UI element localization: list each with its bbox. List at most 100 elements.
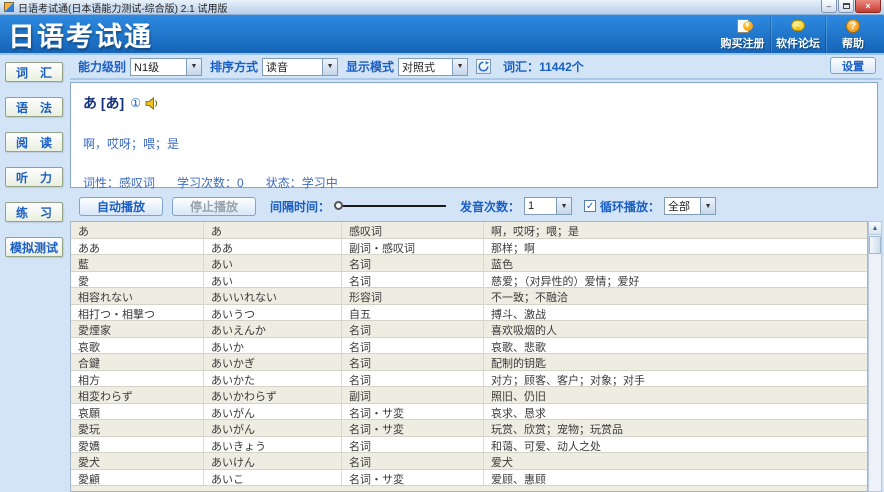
register-button[interactable]: 购买注册	[715, 17, 770, 53]
table-row[interactable]: 愛顧 あいこ 名词・サ変 爱顾、惠顾	[71, 469, 867, 486]
slider-thumb[interactable]	[334, 201, 344, 210]
app-icon	[4, 2, 14, 12]
sidebar: 词 汇 语 法 阅 读 听 力 练 习 模拟测试	[0, 55, 68, 492]
table-cell: 名词・サ変	[342, 403, 484, 419]
table-cell: 慈爱；（对异性的）爱情；爱好	[491, 275, 640, 288]
table-cell: ああ	[71, 238, 204, 254]
current-word: あ [あ]	[83, 95, 125, 111]
pos-value: 感叹词	[119, 176, 156, 190]
study-count-label: 学习次数：	[177, 176, 238, 190]
table-row[interactable]: ああ感叹词 啊，哎呀；喂；是	[71, 222, 867, 239]
status-value: 学习中	[301, 176, 338, 190]
table-cell: 蓝色	[491, 259, 513, 271]
maximize-button[interactable]	[838, 0, 854, 13]
table-cell: 相容れない	[71, 288, 204, 304]
table-cell: 合鍵	[71, 354, 204, 370]
table-cell: あいこ	[204, 469, 342, 485]
refresh-icon	[478, 61, 490, 72]
table-cell: 对方；顾客、客户；对象；对手	[491, 374, 645, 387]
table-cell: あいかぎ	[204, 354, 342, 370]
table-row[interactable]: 相変わらず あいかわらず 副词 照旧、仍旧	[71, 387, 867, 404]
table-cell: 那样；啊	[491, 242, 535, 255]
table-cell: 哀歌	[71, 337, 204, 353]
loop-select[interactable]: 全部 ▼	[664, 197, 717, 215]
pitch-accent: ①	[130, 96, 141, 110]
app-window: 日语考试通(日本语能力测试-综合版) 2.1 试用版 – × 日语考试通 购买注…	[0, 0, 884, 492]
help-icon: ?	[846, 18, 860, 33]
word-meta: 词性：感叹词 学习次数：0 状态：学习中	[83, 174, 865, 191]
vocab-count: 词汇：11442个	[503, 60, 584, 74]
vertical-scrollbar[interactable]: ▲	[868, 221, 882, 492]
times-select[interactable]: 1 ▼	[524, 197, 573, 215]
interval-slider[interactable]	[334, 200, 447, 212]
table-cell: 哀求、恳求	[491, 407, 546, 420]
table-row[interactable]: 愛犬 あいけん 名词 爱犬	[71, 453, 867, 470]
auto-play-button[interactable]: 自动播放	[79, 196, 163, 216]
table-cell: 名词・サ変	[342, 469, 484, 485]
sidebar-item-reading[interactable]: 阅 读	[5, 132, 63, 152]
sort-select[interactable]: 读音 ▼	[262, 57, 339, 76]
refresh-button[interactable]	[476, 59, 492, 74]
sidebar-item-practice[interactable]: 练 习	[5, 202, 63, 222]
speaker-icon[interactable]	[145, 96, 160, 110]
sidebar-item-mock-test[interactable]: 模拟测试	[5, 237, 63, 257]
table-cell: 感叹词	[342, 222, 484, 238]
sidebar-item-grammar[interactable]: 语 法	[5, 97, 63, 117]
table-row[interactable]: 相方 あいかた 名词 对方；顾客、客户；对象；对手	[71, 370, 867, 387]
chevron-down-icon: ▼	[452, 58, 468, 75]
table-row[interactable]: 合鍵 あいかぎ 名词 配制的钥匙	[71, 354, 867, 371]
slider-track	[342, 205, 447, 207]
table-row[interactable]: 愛煙家 あいえんか 名词 喜欢吸烟的人	[71, 321, 867, 338]
table-cell: 愛犬	[71, 453, 204, 469]
table-row[interactable]: 愛あい 名词 慈爱；（对异性的）爱情；爱好	[71, 271, 867, 288]
table-cell: 名词	[342, 321, 484, 337]
arrow-up-icon: ▲	[871, 225, 879, 232]
table-row[interactable]: 相打つ・相撃つ あいうつ 自五 搏斗、激战	[71, 304, 867, 321]
maximize-icon	[842, 3, 850, 9]
display-mode-select[interactable]: 对照式 ▼	[398, 57, 469, 76]
main-panel: 能力级别 N1级 ▼ 排序方式 读音 ▼ 显示模式 对照式 ▼ 词汇：11442…	[68, 55, 884, 492]
settings-button[interactable]: 设置	[830, 57, 876, 74]
table-cell: 不一致；不融洽	[491, 292, 568, 304]
minimize-button[interactable]: –	[821, 0, 837, 13]
table-cell: あいかわらず	[204, 387, 342, 403]
toolbar: 能力级别 N1级 ▼ 排序方式 读音 ▼ 显示模式 对照式 ▼ 词汇：11442…	[70, 55, 882, 80]
playback-bar: 自动播放 停止播放 间隔时间： 发音次数： 1 ▼ ✓ 循环播放： 全部 ▼	[70, 193, 882, 219]
table-row[interactable]: 愛玩 あいがん 名词・サ変 玩赏、欣赏；宠物；玩赏品	[71, 420, 867, 437]
table-row[interactable]: 愛嬌 あいきょう 名词 和蔼、可爱、动人之处	[71, 436, 867, 453]
window-title: 日语考试通(日本语能力测试-综合版) 2.1 试用版	[18, 3, 228, 15]
table-cell: 愛顧	[71, 469, 204, 485]
vocab-table-body: ああ感叹词 啊，哎呀；喂；是 ああ ああ 副词・感叹词 那样；啊藍あい 名词 蓝色愛あい 名词慈…	[71, 222, 867, 491]
table-row[interactable]: 哀願 あいがん 名词・サ変 哀求、恳求	[71, 403, 867, 420]
sidebar-item-listening[interactable]: 听 力	[5, 167, 63, 187]
sort-label: 排序方式	[210, 60, 259, 74]
chevron-down-icon: ▼	[556, 198, 572, 214]
table-cell: ああ	[204, 238, 342, 254]
table-cell: 喜欢吸烟的人	[491, 325, 557, 337]
table-row[interactable]: ああ ああ 副词・感叹词 那样；啊	[71, 238, 867, 255]
help-button[interactable]: ? 帮助	[825, 17, 880, 53]
table-cell: 自五	[342, 304, 484, 320]
table-cell: 爱顾、惠顾	[491, 473, 546, 486]
table-cell: 哀歌、悲歌	[491, 341, 546, 354]
table-cell: あいいれない	[204, 288, 342, 304]
table-cell: 名词・サ変	[342, 420, 484, 436]
loop-checkbox[interactable]: ✓	[584, 200, 597, 212]
table-row[interactable]: 相容れない あいいれない 形容词 不一致；不融洽	[71, 288, 867, 305]
table-row[interactable]: 藍あい 名词 蓝色	[71, 255, 867, 272]
table-row[interactable]: 哀歌 あいか 名词 哀歌、悲歌	[71, 337, 867, 354]
table-cell: 啊，哎呀；喂；是	[491, 226, 579, 238]
word-detail-panel: あ [あ] ① 啊，哎呀；喂；是 词性：感叹词 学习次数：0 状态：学习中	[70, 82, 878, 191]
forum-button[interactable]: 软件论坛	[770, 17, 825, 53]
table-cell: 愛煙家	[71, 321, 204, 337]
stop-play-button[interactable]: 停止播放	[172, 196, 256, 216]
table-cell: 副词	[342, 387, 484, 403]
table-cell: あいけん	[204, 453, 342, 469]
close-button[interactable]: ×	[855, 0, 881, 13]
table-cell: 名词	[342, 370, 484, 386]
scroll-up-button[interactable]: ▲	[869, 222, 881, 235]
sidebar-item-vocabulary[interactable]: 词 汇	[5, 62, 63, 82]
table-cell: 玩赏、欣赏；宠物；玩赏品	[491, 424, 623, 436]
scrollbar-thumb[interactable]	[869, 236, 881, 254]
level-select[interactable]: N1级 ▼	[130, 57, 203, 76]
